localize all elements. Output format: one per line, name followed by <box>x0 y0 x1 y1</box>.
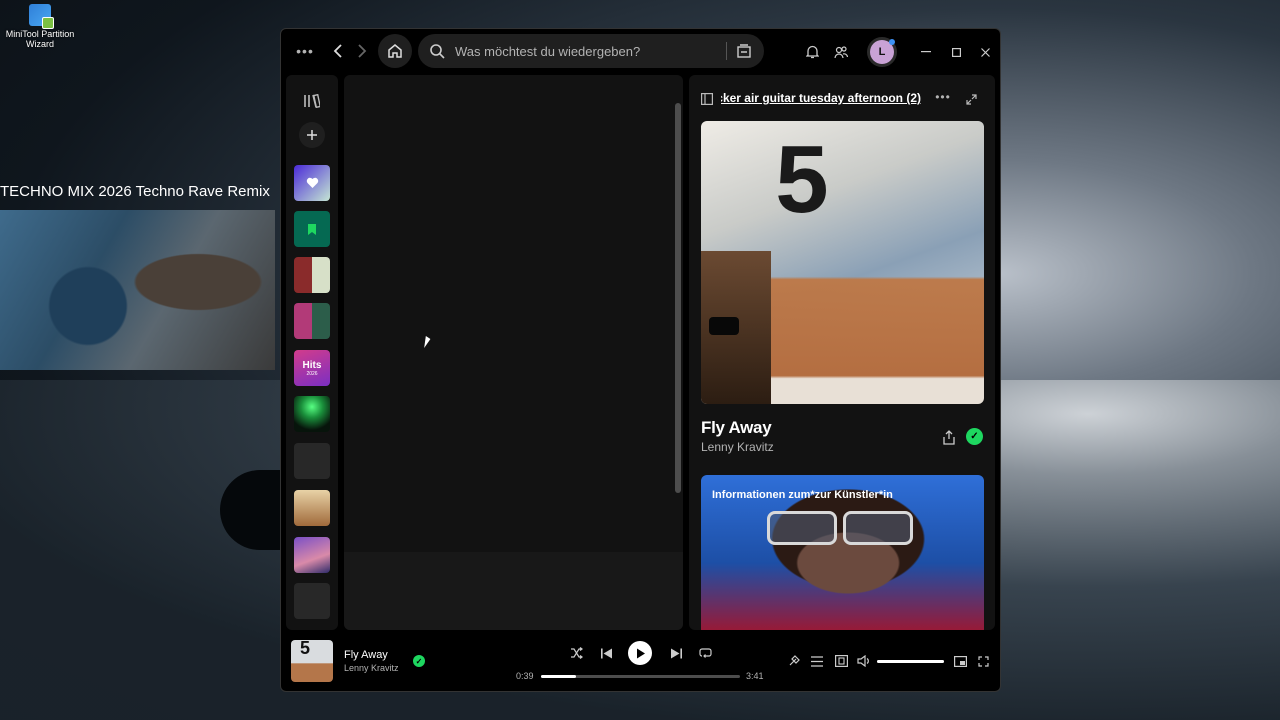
top-bar: ••• Was möchtest du wiedergeben? L <box>281 29 1000 75</box>
search-input[interactable]: Was möchtest du wiedergeben? <box>418 34 764 68</box>
browse-icon[interactable] <box>736 43 752 59</box>
artist-photo-lens <box>767 511 837 545</box>
spotify-window: ••• Was möchtest du wiedergeben? L Hits … <box>280 28 1001 692</box>
create-playlist-icon[interactable] <box>299 122 325 148</box>
minimize-icon[interactable] <box>919 43 933 61</box>
player-cover[interactable]: 5 <box>291 640 333 682</box>
search-icon <box>430 44 445 59</box>
main-view-footer <box>344 552 683 630</box>
duration-time: 3:41 <box>746 671 764 681</box>
library-item-playlist[interactable] <box>294 490 330 526</box>
track-title[interactable]: Fly Away <box>701 418 772 438</box>
saved-check-icon[interactable]: ✓ <box>966 428 983 445</box>
user-avatar[interactable]: L <box>867 37 897 67</box>
track-artist[interactable]: Lenny Kravitz <box>701 440 774 454</box>
panel-more-icon[interactable]: ••• <box>933 89 953 105</box>
previous-icon[interactable] <box>598 645 614 661</box>
play-button[interactable] <box>628 641 652 665</box>
library-item-playlist[interactable] <box>294 257 330 293</box>
now-playing-view-icon[interactable] <box>786 653 802 669</box>
now-playing-context-title[interactable]: Rocker air guitar tuesday afternoon (2) <box>721 91 921 107</box>
main-view <box>344 75 683 630</box>
library-item-playlist[interactable] <box>294 303 330 339</box>
repeat-icon[interactable] <box>697 645 713 661</box>
player-track-artist[interactable]: Lenny Kravitz <box>344 663 399 673</box>
library-item-playlist[interactable] <box>294 396 330 432</box>
now-playing-panel: Rocker air guitar tuesday afternoon (2) … <box>689 75 995 630</box>
library-item-hits[interactable]: Hits 2026 <box>294 350 330 386</box>
more-options-icon[interactable]: ••• <box>295 41 315 61</box>
volume-slider[interactable] <box>877 660 944 663</box>
volume-icon[interactable] <box>856 653 872 669</box>
search-placeholder: Was möchtest du wiedergeben? <box>455 43 641 59</box>
album-cover-number: 5 <box>775 126 829 233</box>
queue-icon[interactable] <box>809 653 825 669</box>
maximize-icon[interactable] <box>949 43 963 61</box>
hits-tile-label: Hits <box>302 359 322 371</box>
album-cover-sunglasses <box>709 317 739 335</box>
bookmark-icon <box>308 223 316 235</box>
volume-fill <box>877 660 944 663</box>
artist-card-caption: Informationen zum*zur Künstler*in <box>712 489 893 501</box>
library-item-playlist[interactable] <box>294 537 330 573</box>
desktop-icon-minitool[interactable]: MiniTool Partition Wizard <box>4 4 76 49</box>
video-thumbnail[interactable] <box>0 210 275 370</box>
play-icon <box>636 648 645 658</box>
main-scrollbar[interactable] <box>675 103 681 493</box>
fullscreen-icon[interactable] <box>975 653 991 669</box>
minitool-icon <box>29 4 54 29</box>
heart-icon <box>306 177 318 188</box>
forward-icon[interactable] <box>354 41 370 61</box>
video-title: TECHNO MIX 2026 Techno Rave Remix <box>0 183 270 200</box>
artist-info-card[interactable]: Informationen zum*zur Künstler*in <box>701 475 984 630</box>
library-sidebar: Hits 2026 <box>286 75 338 630</box>
library-item-playlist[interactable] <box>294 443 330 479</box>
hits-tile-sub: 2026 <box>306 370 318 377</box>
elapsed-time: 0:39 <box>516 671 534 681</box>
collapse-panel-icon[interactable] <box>699 91 715 107</box>
back-icon[interactable] <box>330 41 346 61</box>
player-saved-check-icon[interactable]: ✓ <box>413 655 425 667</box>
search-divider <box>726 42 727 60</box>
avatar-letter: L <box>870 40 894 64</box>
connect-device-icon[interactable] <box>833 653 849 669</box>
library-icon[interactable] <box>299 88 325 114</box>
close-icon[interactable] <box>978 43 992 61</box>
progress-bar[interactable] <box>541 675 740 678</box>
player-track-title[interactable]: Fly Away <box>344 649 388 661</box>
player-cover-number: 5 <box>300 640 311 658</box>
player-bar: 5 Fly Away Lenny Kravitz ✓ 0:39 3:41 <box>281 633 1000 691</box>
library-item-playlist[interactable] <box>294 583 330 619</box>
desktop-icon-label: MiniTool Partition Wizard <box>5 29 75 49</box>
artist-photo-lens <box>843 511 913 545</box>
notifications-icon[interactable] <box>803 43 821 61</box>
library-item-liked-songs[interactable] <box>294 165 330 201</box>
share-icon[interactable] <box>940 428 958 446</box>
home-button[interactable] <box>378 34 412 68</box>
home-icon <box>388 44 402 58</box>
album-cover: 5 <box>701 121 984 404</box>
next-icon[interactable] <box>668 645 684 661</box>
library-item-episodes[interactable] <box>294 211 330 247</box>
progress-fill <box>541 675 577 678</box>
shuffle-icon[interactable] <box>568 645 584 661</box>
miniplayer-icon[interactable] <box>952 653 968 669</box>
expand-icon[interactable] <box>963 91 979 107</box>
friend-activity-icon[interactable] <box>832 43 850 61</box>
